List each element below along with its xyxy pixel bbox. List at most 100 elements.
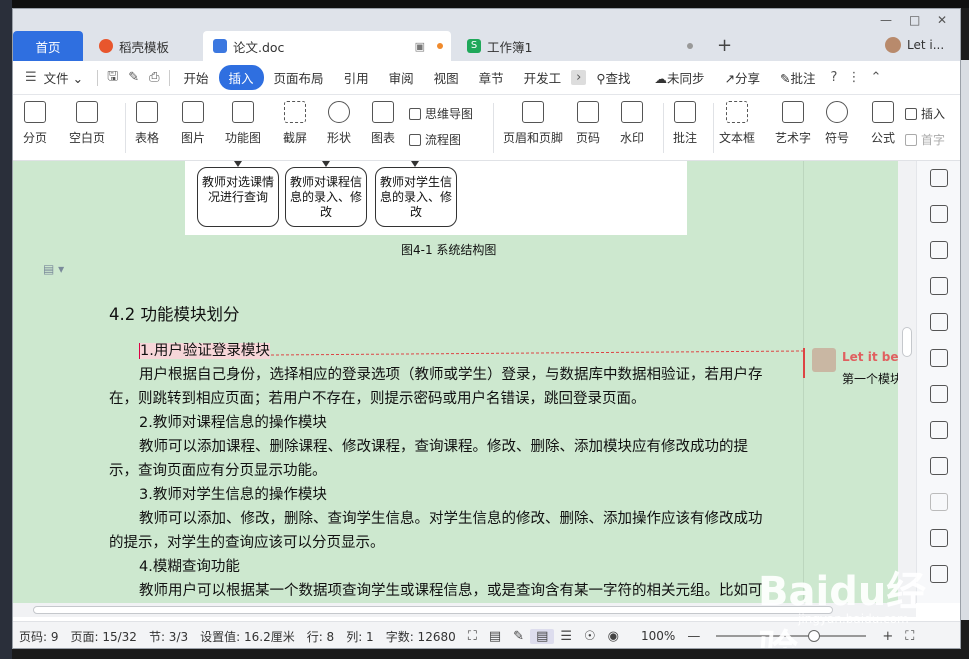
minimize-icon[interactable]: —: [880, 13, 892, 27]
pen-icon[interactable]: [930, 205, 948, 223]
menu-file-label: 文件: [43, 71, 69, 86]
horizontal-scroll-thumb[interactable]: [33, 606, 833, 614]
print-icon[interactable]: ⎙: [144, 70, 164, 85]
symbol-button[interactable]: 符号: [825, 101, 849, 146]
page-view-icon[interactable]: ▤: [530, 628, 555, 644]
select-icon[interactable]: [930, 241, 948, 259]
sidebar-toggle-icon[interactable]: [930, 169, 948, 187]
web-view-icon[interactable]: ☉: [578, 629, 602, 644]
format-painter-icon[interactable]: ✎: [123, 70, 144, 85]
side-toolbar: [916, 161, 960, 603]
vertical-scrollbar[interactable]: [898, 161, 916, 603]
vertical-scroll-thumb[interactable]: [902, 327, 912, 357]
tab-workbook[interactable]: S 工作簿1: [457, 31, 703, 61]
chart-button[interactable]: 图表: [371, 101, 395, 146]
menu-start[interactable]: 开始: [174, 68, 219, 87]
document-outline-icon[interactable]: ▤ ▾: [43, 262, 64, 276]
dropcap-icon: [905, 133, 917, 146]
stats-icon[interactable]: [930, 457, 948, 475]
status-page[interactable]: 页面: 15/32: [65, 628, 143, 645]
new-tab-button[interactable]: +: [717, 35, 732, 56]
wordart-button[interactable]: 艺术字: [775, 101, 811, 146]
commented-text[interactable]: 1.用户验证登录模块: [139, 343, 270, 359]
textbox-button[interactable]: 文本框: [719, 101, 755, 146]
grid-icon[interactable]: [930, 385, 948, 403]
screenshot-button[interactable]: 截屏: [283, 101, 307, 146]
apps-icon[interactable]: [930, 421, 948, 439]
shape-button[interactable]: 形状: [327, 101, 351, 146]
paragraph-4-title: 4.模糊查询功能: [139, 559, 240, 575]
style-icon[interactable]: [930, 349, 948, 367]
menu-section[interactable]: 章节: [469, 68, 514, 87]
share-button[interactable]: ↗分享: [715, 68, 771, 87]
translate-icon[interactable]: [930, 529, 948, 547]
help-icon[interactable]: ?: [826, 70, 843, 85]
spreadsheet-icon: S: [467, 39, 481, 53]
status-row[interactable]: 行: 8: [301, 628, 341, 645]
document-area[interactable]: 教师对选课情况进行查询 教师对课程信息的录入、修改 教师对学生信息的录入、修改 …: [13, 161, 898, 603]
read-mode-icon[interactable]: ▤: [483, 629, 507, 644]
menu-page-layout[interactable]: 页面布局: [264, 68, 334, 87]
status-section[interactable]: 节: 3/3: [143, 628, 194, 645]
status-col[interactable]: 列: 1: [340, 628, 380, 645]
save-icon[interactable]: 🖫: [102, 67, 123, 89]
page-break-button[interactable]: 分页: [23, 101, 47, 146]
table-button[interactable]: 表格: [135, 101, 159, 146]
sync-label: 未同步: [667, 71, 705, 86]
monitor-icon[interactable]: ▣: [415, 40, 425, 53]
page-number-button[interactable]: 页码: [576, 101, 600, 146]
function-chart-button[interactable]: 功能图: [225, 101, 261, 146]
watermark-label: 水印: [620, 131, 645, 145]
blank-page-button[interactable]: 空白页: [69, 101, 105, 146]
tab-home[interactable]: 首页: [13, 31, 83, 61]
find-button[interactable]: ⚲查找: [586, 68, 640, 87]
outline-view-icon[interactable]: ☰: [554, 629, 578, 644]
flowchart-button[interactable]: 流程图: [409, 131, 461, 148]
page-break-icon: [24, 101, 46, 123]
status-setting[interactable]: 设置值: 16.2厘米: [194, 628, 301, 645]
insert-button[interactable]: 插入: [905, 105, 945, 122]
dropcap-button[interactable]: 首字: [905, 131, 945, 148]
header-footer-button[interactable]: 页眉和页脚: [503, 101, 563, 146]
menu-developer[interactable]: 开发工: [514, 68, 572, 87]
baidu-watermark-logo: Baidu经验: [758, 569, 927, 648]
zoom-level[interactable]: 100%: [635, 629, 681, 643]
formula-button[interactable]: 公式: [871, 101, 895, 146]
zoom-out-icon[interactable]: —: [681, 629, 706, 644]
insert-label: 插入: [921, 107, 946, 121]
write-mode-icon[interactable]: ✎: [507, 629, 530, 644]
status-page-code[interactable]: 页码: 9: [13, 628, 65, 645]
shapes-icon[interactable]: [930, 313, 948, 331]
eye-protect-icon[interactable]: ◉: [602, 629, 625, 644]
comment-button[interactable]: 批注: [673, 101, 697, 146]
menu-reference[interactable]: 引用: [334, 68, 379, 87]
dropcap-label: 首字: [921, 133, 946, 147]
menu-file[interactable]: 文件 ⌄: [42, 68, 93, 87]
page-number-icon: [577, 101, 599, 123]
tab-document[interactable]: 论文.doc ▣: [203, 31, 451, 61]
location-icon[interactable]: [930, 277, 948, 295]
fullscreen-icon[interactable]: ⛶: [462, 629, 483, 644]
watermark-button[interactable]: 水印: [620, 101, 644, 146]
picture-label: 图片: [181, 131, 206, 145]
tab-daoke-template[interactable]: 稻壳模板: [89, 31, 199, 61]
sync-button[interactable]: ☁未同步: [641, 68, 715, 87]
menu-review[interactable]: 审阅: [379, 68, 424, 87]
user-account[interactable]: Let i...: [885, 37, 944, 53]
menu-insert[interactable]: 插入: [218, 65, 264, 90]
sliders-icon[interactable]: [930, 493, 948, 511]
hamburger-icon[interactable]: ☰: [13, 70, 42, 85]
menu-view[interactable]: 视图: [424, 68, 469, 87]
figure-box: 教师对学生信息的录入、修改: [375, 167, 457, 227]
status-words[interactable]: 字数: 12680: [380, 628, 462, 645]
mindmap-button[interactable]: 思维导图: [409, 105, 473, 122]
annotate-button[interactable]: ✎批注: [770, 68, 826, 87]
tab-close-icon[interactable]: [687, 43, 693, 49]
more-icon[interactable]: ⋮: [842, 70, 865, 85]
picture-button[interactable]: 图片: [181, 101, 205, 146]
close-window-icon[interactable]: ✕: [937, 13, 947, 27]
more-menu-icon[interactable]: ›: [571, 70, 587, 85]
maximize-icon[interactable]: □: [909, 13, 920, 27]
document-page[interactable]: 教师对选课情况进行查询 教师对课程信息的录入、修改 教师对学生信息的录入、修改 …: [31, 161, 803, 603]
collapse-ribbon-icon[interactable]: ⌃: [865, 70, 886, 85]
